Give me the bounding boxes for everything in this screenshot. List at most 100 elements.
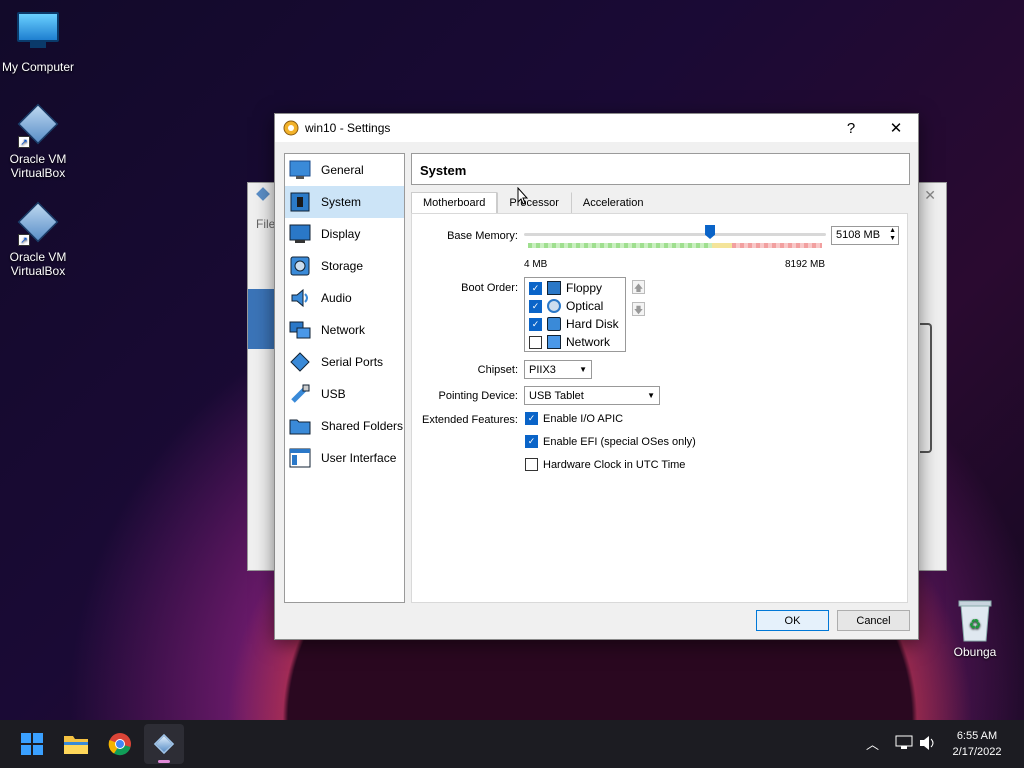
sidebar-item-label: General bbox=[321, 163, 364, 177]
chipset-select[interactable]: PIIX3 ▼ bbox=[524, 360, 592, 379]
checkbox[interactable] bbox=[529, 335, 542, 349]
virtualbox-icon bbox=[256, 187, 270, 201]
start-button[interactable] bbox=[12, 724, 52, 764]
tab-bar: Motherboard Processor Acceleration bbox=[411, 192, 655, 214]
base-memory-slider[interactable] bbox=[524, 225, 826, 253]
desktop-icon-recycle-bin[interactable]: ♻ Obunga bbox=[937, 597, 1013, 659]
sidebar-item-label: Shared Folders bbox=[321, 419, 404, 433]
file-explorer-icon bbox=[64, 736, 88, 754]
feature-label: Enable I/O APIC bbox=[543, 412, 624, 425]
clock-time: 6:55 AM bbox=[956, 730, 998, 742]
taskbar-virtualbox[interactable] bbox=[144, 724, 184, 764]
help-button[interactable]: ? bbox=[828, 114, 874, 142]
base-memory-spinbox[interactable]: 5108 MB ▲ ▼ bbox=[831, 226, 899, 245]
taskbar-chrome[interactable] bbox=[100, 724, 140, 764]
section-title: System bbox=[411, 153, 910, 185]
checkbox[interactable] bbox=[525, 458, 538, 471]
sidebar-item-storage[interactable]: Storage bbox=[285, 250, 404, 282]
chipset-value: PIIX3 bbox=[529, 363, 556, 376]
sidebar-item-network[interactable]: Network bbox=[285, 314, 404, 346]
tab-acceleration[interactable]: Acceleration bbox=[570, 192, 656, 214]
chrome-icon bbox=[108, 733, 131, 756]
system-icon bbox=[288, 190, 312, 214]
boot-order-label: Boot Order: bbox=[461, 282, 518, 294]
ok-button[interactable]: OK bbox=[756, 610, 829, 631]
sidebar-item-usb[interactable]: USB bbox=[285, 378, 404, 410]
boot-item-optical[interactable]: ✓ Optical bbox=[529, 299, 603, 313]
memory-max-label: 8192 MB bbox=[785, 259, 826, 270]
virtualbox-settings-icon bbox=[283, 120, 299, 136]
sidebar-item-display[interactable]: Display bbox=[285, 218, 404, 250]
taskbar-file-explorer[interactable] bbox=[56, 724, 96, 764]
feature-utc-clock[interactable]: Hardware Clock in UTC Time bbox=[525, 458, 685, 471]
move-down-button[interactable]: 🡇 bbox=[632, 302, 645, 316]
usb-icon bbox=[288, 382, 312, 406]
recycle-bin-icon: ♻ bbox=[953, 597, 997, 642]
pointing-device-select[interactable]: USB Tablet ▼ bbox=[524, 386, 660, 405]
checkbox[interactable]: ✓ bbox=[529, 281, 542, 295]
checkbox[interactable]: ✓ bbox=[529, 299, 542, 313]
display-icon bbox=[288, 222, 312, 246]
chevron-down-icon: ▼ bbox=[579, 365, 587, 374]
boot-item-label: Hard Disk bbox=[566, 317, 619, 331]
spin-arrows-icon[interactable]: ▲ ▼ bbox=[889, 227, 896, 243]
close-button[interactable]: ✕ bbox=[873, 114, 919, 142]
network-tray-icon[interactable] bbox=[895, 735, 913, 751]
move-up-button[interactable]: 🡅 bbox=[632, 280, 645, 294]
tab-motherboard[interactable]: Motherboard bbox=[411, 192, 498, 214]
settings-dialog: win10 - Settings ? ✕ General System Disp… bbox=[274, 113, 919, 640]
desktop-icon-virtualbox-2[interactable]: ↗ Oracle VM VirtualBox bbox=[0, 201, 76, 278]
boot-order-list[interactable]: ✓ Floppy ✓ Optical ✓ Hard Disk Network bbox=[524, 277, 626, 352]
feature-efi[interactable]: ✓ Enable EFI (special OSes only) bbox=[525, 435, 696, 448]
dialog-title: win10 - Settings bbox=[305, 121, 391, 135]
checkbox[interactable]: ✓ bbox=[525, 435, 538, 448]
desktop-icon-label: Oracle VM VirtualBox bbox=[9, 152, 67, 180]
checkbox[interactable]: ✓ bbox=[525, 412, 538, 425]
computer-icon bbox=[16, 12, 60, 56]
sidebar-item-label: Network bbox=[321, 323, 366, 337]
network-icon bbox=[547, 335, 561, 349]
taskbar: ︿ 6:55 AM 2/17/2022 bbox=[0, 720, 1024, 768]
close-icon[interactable]: ✕ bbox=[924, 187, 936, 204]
vm-list-selected-item[interactable] bbox=[248, 289, 276, 349]
sidebar-item-audio[interactable]: Audio bbox=[285, 282, 404, 314]
desktop-icon-virtualbox-1[interactable]: ↗ Oracle VM VirtualBox bbox=[0, 103, 76, 180]
sidebar-item-shared-folders[interactable]: Shared Folders bbox=[285, 410, 404, 442]
clock-date: 2/17/2022 bbox=[952, 746, 1002, 758]
mouse-cursor-icon bbox=[517, 187, 529, 205]
clock[interactable]: 6:55 AM 2/17/2022 bbox=[944, 728, 1010, 760]
start-icon bbox=[21, 733, 43, 755]
boot-item-network[interactable]: Network bbox=[529, 335, 610, 349]
cancel-button[interactable]: Cancel bbox=[837, 610, 910, 631]
boot-item-label: Floppy bbox=[566, 281, 603, 295]
boot-item-label: Network bbox=[566, 335, 611, 349]
optical-icon bbox=[547, 299, 561, 313]
boot-item-label: Optical bbox=[566, 299, 604, 313]
slider-scale-recommended bbox=[528, 243, 712, 248]
tab-processor[interactable]: Processor bbox=[497, 192, 571, 214]
sidebar-item-label: Serial Ports bbox=[321, 355, 384, 369]
sidebar-item-serial-ports[interactable]: Serial Ports bbox=[285, 346, 404, 378]
shared-folders-icon bbox=[288, 414, 312, 438]
floppy-icon bbox=[547, 281, 561, 295]
menu-file[interactable]: File bbox=[256, 217, 275, 231]
sidebar-item-user-interface[interactable]: User Interface bbox=[285, 442, 404, 474]
chevron-up-icon[interactable]: ︿ bbox=[866, 734, 879, 753]
sidebar-item-label: USB bbox=[321, 387, 346, 401]
active-indicator bbox=[158, 760, 170, 763]
memory-min-label: 4 MB bbox=[524, 259, 548, 270]
boot-item-floppy[interactable]: ✓ Floppy bbox=[529, 281, 602, 295]
sidebar-item-general[interactable]: General bbox=[285, 154, 404, 186]
feature-io-apic[interactable]: ✓ Enable I/O APIC bbox=[525, 412, 623, 425]
checkbox[interactable]: ✓ bbox=[529, 317, 542, 331]
slider-thumb[interactable] bbox=[705, 225, 716, 239]
sidebar-item-system[interactable]: System bbox=[285, 186, 404, 218]
feature-label: Hardware Clock in UTC Time bbox=[543, 458, 686, 471]
desktop-icon-label: Obunga bbox=[953, 645, 997, 659]
chipset-label: Chipset: bbox=[477, 364, 518, 376]
motherboard-page: Base Memory: 5108 MB ▲ ▼ 4 MB 8192 MB Boo… bbox=[411, 213, 908, 603]
desktop-icon-my-computer[interactable]: My Computer bbox=[0, 8, 76, 74]
desktop-icon-label: Oracle VM VirtualBox bbox=[9, 250, 67, 278]
volume-icon[interactable] bbox=[919, 735, 937, 751]
boot-item-hard-disk[interactable]: ✓ Hard Disk bbox=[529, 317, 619, 331]
